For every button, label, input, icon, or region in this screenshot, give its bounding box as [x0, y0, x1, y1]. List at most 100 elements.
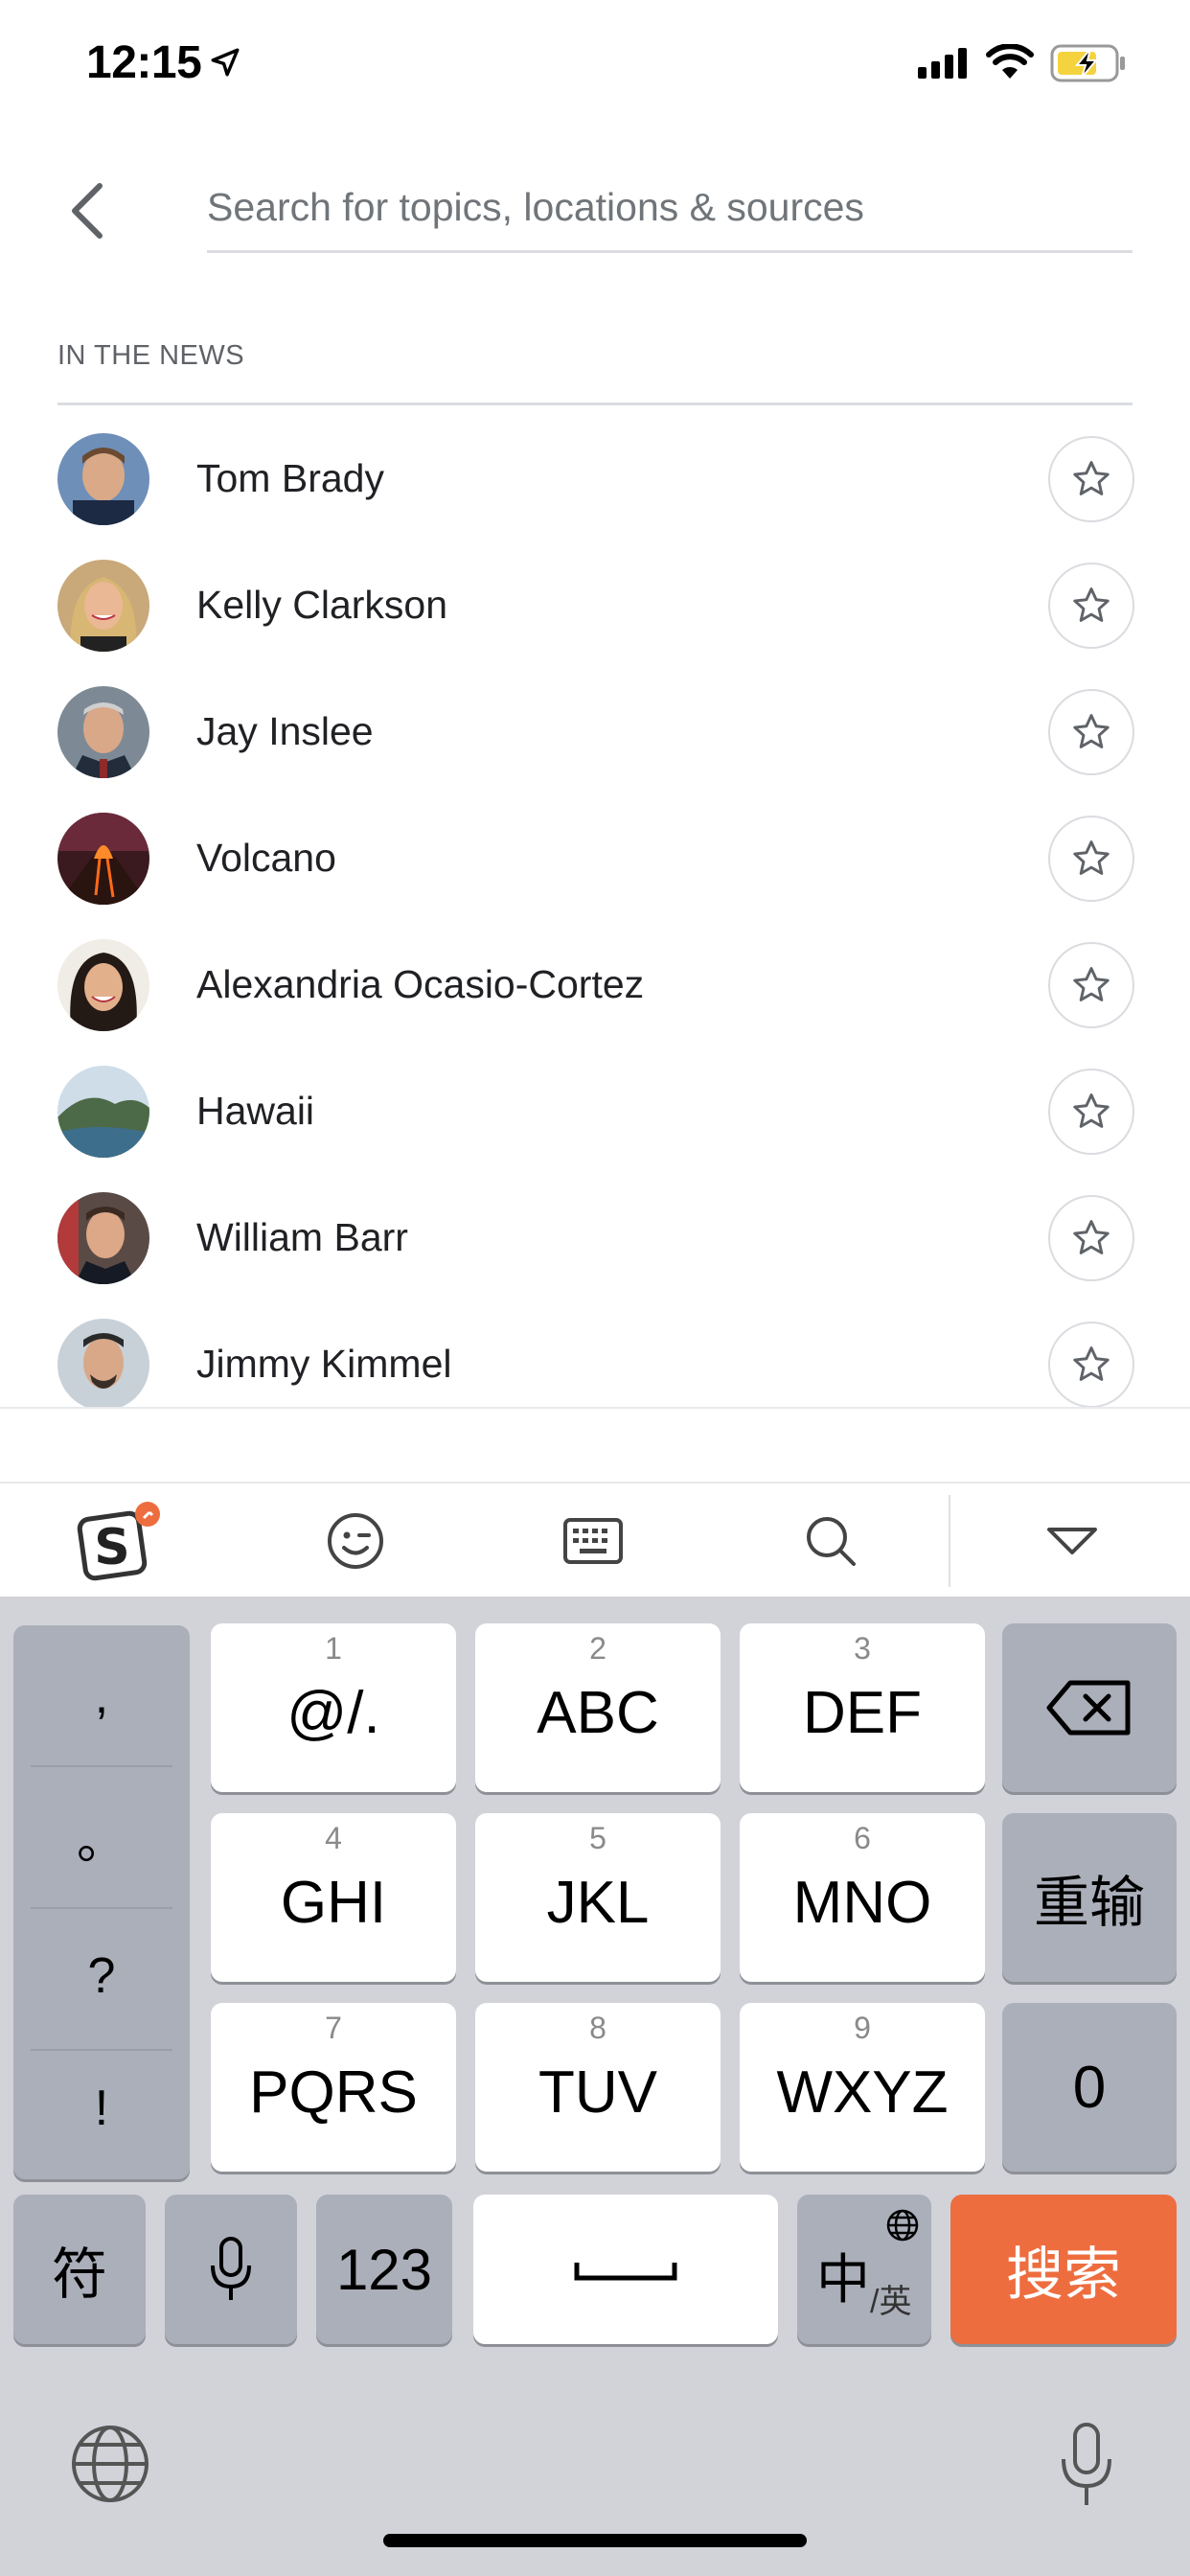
item-label: Volcano [196, 836, 336, 880]
punct-key-period[interactable]: 。 [13, 1765, 190, 1907]
symbols-button[interactable]: 符 [13, 2195, 146, 2344]
key-4[interactable]: 4 GHI [211, 1813, 456, 1982]
punct-key-exclamation[interactable]: ! [13, 2037, 190, 2179]
follow-star-button[interactable] [1048, 816, 1134, 902]
back-arrow-icon [72, 183, 103, 239]
key-number: 1 [325, 1631, 342, 1666]
item-label: Jimmy Kimmel [196, 1342, 452, 1386]
reenter-button[interactable]: 重输 [1002, 1813, 1177, 1982]
switch-keyboard-button[interactable] [67, 2421, 159, 2513]
star-icon [1073, 967, 1110, 1001]
microphone-icon [1062, 2423, 1111, 2505]
punct-key-question[interactable]: ? [13, 1905, 190, 2047]
section-divider [57, 402, 1133, 405]
divider [0, 1407, 1190, 1409]
avatar [57, 560, 149, 652]
hide-keyboard-button[interactable] [1029, 1503, 1115, 1579]
follow-star-button[interactable] [1048, 1069, 1134, 1155]
backspace-icon [1046, 1680, 1131, 1736]
key-number: 9 [854, 2011, 871, 2045]
list-item[interactable]: Alexandria Ocasio-Cortez [0, 918, 1190, 1045]
list-item[interactable]: Jay Inslee [0, 665, 1190, 792]
svg-text:S: S [94, 1519, 129, 1576]
key-letters: DEF [803, 1680, 922, 1746]
search-icon [807, 1517, 856, 1566]
keyboard-switch-button[interactable] [550, 1503, 636, 1579]
search-submit-button[interactable]: 搜索 [950, 2195, 1177, 2344]
home-indicator[interactable] [383, 2534, 807, 2547]
avatar [57, 1066, 149, 1158]
backspace-button[interactable] [1002, 1623, 1177, 1792]
keyboard: , 。 ? ! 1 @/. 2 ABC 3 DEF 4 GHI 5 JKL 6 … [0, 1597, 1190, 2576]
item-label: Jay Inslee [196, 709, 374, 753]
item-label: Alexandria Ocasio-Cortez [196, 962, 645, 1006]
avatar [57, 1319, 149, 1409]
voice-input-button[interactable] [165, 2195, 297, 2344]
star-icon [1073, 1220, 1110, 1254]
follow-star-button[interactable] [1048, 563, 1134, 649]
space-button[interactable] [473, 2195, 778, 2344]
key-letters: GHI [280, 1870, 387, 1936]
key-8[interactable]: 8 TUV [475, 2003, 721, 2172]
list-item[interactable]: Hawaii [0, 1045, 1190, 1171]
globe-icon [886, 2209, 919, 2242]
star-icon [1073, 587, 1110, 622]
key-letters: PQRS [249, 2059, 418, 2126]
key-letters: ABC [537, 1680, 659, 1746]
key-7[interactable]: 7 PQRS [211, 2003, 456, 2172]
sogou-logo-button[interactable]: S [75, 1502, 161, 1581]
keyboard-icon [563, 1518, 623, 1564]
key-number: 3 [854, 1631, 871, 1666]
key-5[interactable]: 5 JKL [475, 1813, 721, 1982]
key-6[interactable]: 6 MNO [740, 1813, 985, 1982]
dictation-button[interactable] [1058, 2421, 1134, 2517]
item-label: Kelly Clarkson [196, 583, 448, 627]
sogou-logo-icon: S [77, 1502, 160, 1581]
item-label: William Barr [196, 1215, 408, 1259]
key-3[interactable]: 3 DEF [740, 1623, 985, 1792]
chevron-down-icon [1047, 1528, 1097, 1554]
list-item[interactable]: Jimmy Kimmel [0, 1298, 1190, 1409]
emoji-button[interactable] [312, 1503, 399, 1579]
wink-emoji-icon [328, 1513, 383, 1569]
key-number: 6 [854, 1821, 871, 1855]
star-icon [1073, 840, 1110, 875]
avatar [57, 433, 149, 525]
search-input[interactable] [207, 172, 1133, 253]
follow-star-button[interactable] [1048, 1195, 1134, 1281]
star-icon [1073, 714, 1110, 748]
follow-star-button[interactable] [1048, 689, 1134, 775]
news-list: Tom Brady Kelly Clarkson Jay Inslee Volc… [0, 412, 1190, 1409]
status-time: 12:15 [86, 37, 202, 88]
list-item[interactable]: Volcano [0, 792, 1190, 918]
number-mode-button[interactable]: 123 [316, 2195, 452, 2344]
battery-charging-icon [1050, 44, 1125, 82]
key-letters: TUV [538, 2059, 657, 2126]
key-letters: WXYZ [776, 2059, 949, 2126]
punct-key-comma[interactable]: , [13, 1625, 190, 1767]
follow-star-button[interactable] [1048, 942, 1134, 1028]
key-number: 8 [589, 2011, 606, 2045]
list-item[interactable]: Kelly Clarkson [0, 539, 1190, 665]
key-number: 5 [589, 1821, 606, 1855]
punctuation-column: , 。 ? ! [13, 1625, 190, 2179]
key-2[interactable]: 2 ABC [475, 1623, 721, 1792]
key-letters: @/. [286, 1680, 380, 1746]
list-item[interactable]: William Barr [0, 1171, 1190, 1298]
avatar [57, 939, 149, 1031]
toolbar-divider [949, 1495, 950, 1587]
key-1[interactable]: 1 @/. [211, 1623, 456, 1792]
language-switch-button[interactable]: 中 /英 [797, 2195, 931, 2344]
back-button[interactable] [48, 172, 125, 249]
location-arrow-icon [211, 48, 240, 77]
lang-main-label: 中 [816, 2249, 870, 2310]
key-9[interactable]: 9 WXYZ [740, 2003, 985, 2172]
follow-star-button[interactable] [1048, 1322, 1134, 1408]
follow-star-button[interactable] [1048, 436, 1134, 522]
list-item[interactable]: Tom Brady [0, 412, 1190, 539]
star-icon [1073, 461, 1110, 495]
keyboard-search-button[interactable] [788, 1503, 874, 1579]
key-0[interactable]: 0 [1002, 2003, 1177, 2172]
key-letters: MNO [792, 1870, 932, 1936]
avatar [57, 813, 149, 905]
